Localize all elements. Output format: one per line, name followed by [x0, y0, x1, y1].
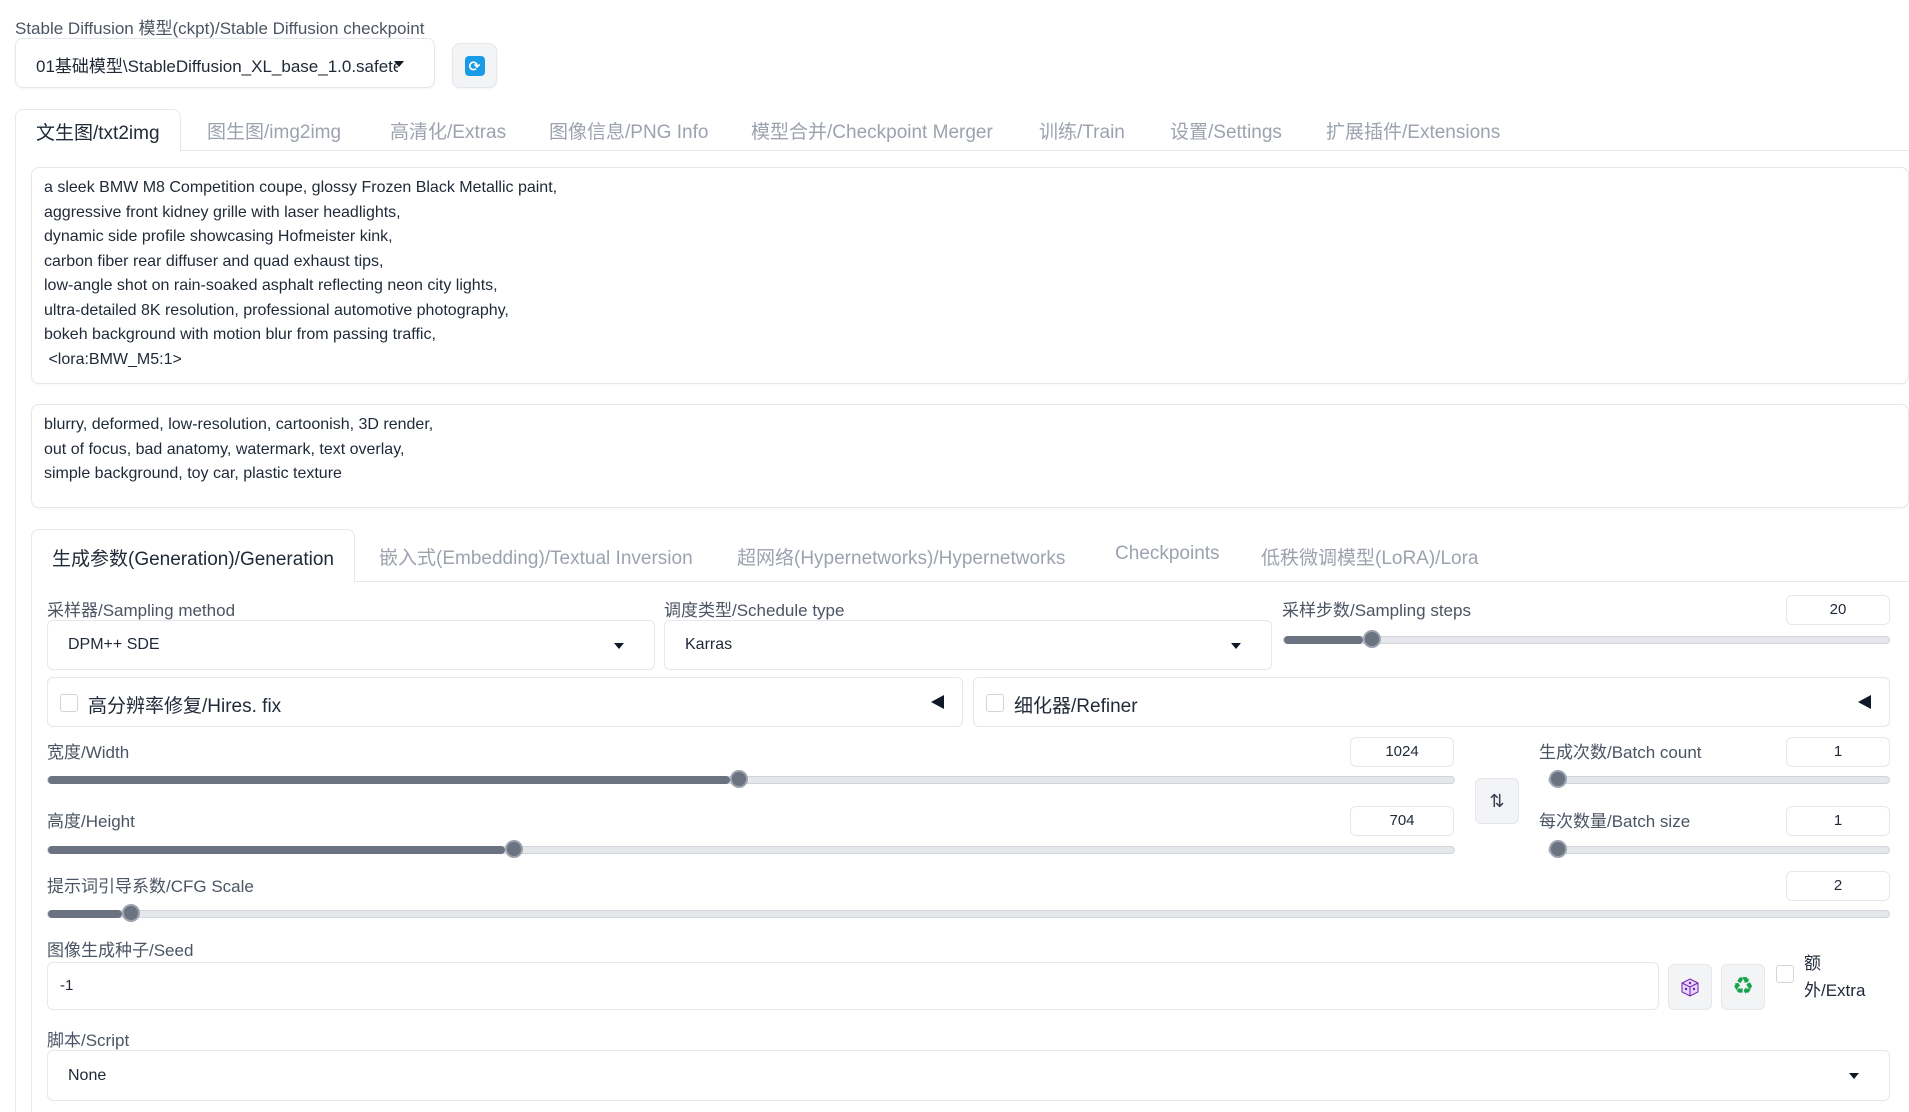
- chevron-down-icon: [614, 643, 624, 649]
- height-slider[interactable]: [47, 840, 1455, 858]
- tab-train[interactable]: 训练/Train: [1039, 109, 1125, 151]
- chevron-down-icon: [1849, 1073, 1859, 1079]
- chevron-down-icon: [394, 61, 404, 67]
- swap-dimensions-icon: ⇅: [1489, 790, 1505, 811]
- steps-slider-thumb[interactable]: [1362, 630, 1381, 648]
- extra-label: 额外/Extra: [1804, 954, 1866, 1000]
- seed-value: -1: [60, 977, 74, 994]
- refresh-checkpoint-button[interactable]: ⟳: [452, 43, 497, 88]
- width-label: 宽度/Width: [47, 743, 130, 762]
- hires-fix-accordion[interactable]: 高分辨率修复/Hires. fix: [47, 677, 963, 727]
- hires-fix-checkbox[interactable]: [60, 694, 78, 712]
- tab-extras[interactable]: 高清化/Extras: [390, 109, 506, 151]
- batch-size-slider-thumb[interactable]: [1549, 840, 1567, 858]
- script-label: 脚本/Script: [47, 1031, 130, 1050]
- steps-slider-fill: [1284, 636, 1363, 644]
- height-label: 高度/Height: [47, 812, 135, 831]
- sampler-dropdown[interactable]: DPM++ SDE: [47, 620, 655, 670]
- cfg-scale-label: 提示词引导系数/CFG Scale: [47, 877, 254, 896]
- steps-number-input[interactable]: 20: [1786, 595, 1890, 625]
- tab-txt2img[interactable]: 文生图/txt2img: [15, 109, 181, 152]
- tab-lora[interactable]: 低秩微调模型(LoRA)/Lora: [1261, 529, 1479, 582]
- chevron-down-icon: [1231, 643, 1241, 649]
- cfg-scale-slider-fill: [48, 910, 122, 918]
- main-tabs: 文生图/txt2img 图生图/img2img 高清化/Extras 图像信息/…: [15, 109, 1909, 152]
- width-slider[interactable]: [47, 770, 1455, 788]
- height-number-input[interactable]: 704: [1350, 806, 1454, 836]
- tab-checkpoints[interactable]: Checkpoints: [1115, 529, 1220, 582]
- tab-png-info[interactable]: 图像信息/PNG Info: [549, 109, 708, 151]
- steps-slider[interactable]: [1283, 630, 1890, 648]
- script-dropdown[interactable]: None: [47, 1050, 1890, 1101]
- refiner-label: 细化器/Refiner: [1014, 696, 1138, 717]
- tab-extensions[interactable]: 扩展插件/Extensions: [1326, 109, 1500, 151]
- tab-checkpoint-merger[interactable]: 模型合并/Checkpoint Merger: [751, 109, 993, 151]
- random-seed-button[interactable]: [1668, 964, 1712, 1010]
- script-value: None: [68, 1067, 107, 1084]
- sampler-label: 采样器/Sampling method: [47, 601, 236, 620]
- batch-count-number-input[interactable]: 1: [1786, 737, 1890, 767]
- hires-fix-label: 高分辨率修复/Hires. fix: [88, 696, 282, 717]
- seed-input[interactable]: -1: [47, 962, 1659, 1010]
- refiner-checkbox[interactable]: [986, 694, 1004, 712]
- steps-label: 采样步数/Sampling steps: [1282, 601, 1471, 620]
- schedule-dropdown[interactable]: Karras: [664, 620, 1272, 670]
- height-slider-thumb[interactable]: [504, 840, 523, 858]
- tab-textual-inversion[interactable]: 嵌入式(Embedding)/Textual Inversion: [379, 529, 693, 582]
- height-slider-fill: [48, 846, 505, 854]
- negative-prompt-textarea[interactable]: blurry, deformed, low-resolution, cartoo…: [31, 404, 1909, 508]
- tab-hypernetworks[interactable]: 超网络(Hypernetworks)/Hypernetworks: [737, 529, 1065, 582]
- schedule-label: 调度类型/Schedule type: [664, 601, 845, 620]
- batch-count-slider[interactable]: [1548, 770, 1890, 788]
- batch-size-number-input[interactable]: 1: [1786, 806, 1890, 836]
- width-slider-fill: [48, 776, 730, 784]
- checkpoint-label: Stable Diffusion 模型(ckpt)/Stable Diffusi…: [15, 19, 425, 38]
- negative-prompt-text: blurry, deformed, low-resolution, cartoo…: [44, 416, 434, 482]
- cfg-scale-slider[interactable]: [47, 904, 1890, 922]
- batch-count-slider-thumb[interactable]: [1549, 770, 1567, 788]
- collapse-triangle-icon[interactable]: [931, 695, 944, 709]
- width-number-input[interactable]: 1024: [1350, 737, 1454, 767]
- prompt-textarea[interactable]: a sleek BMW M8 Competition coupe, glossy…: [31, 167, 1909, 384]
- swap-dimensions-button[interactable]: ⇅: [1475, 778, 1519, 824]
- schedule-value: Karras: [685, 636, 733, 653]
- checkpoint-dropdown[interactable]: 01基础模型\StableDiffusion_XL_base_1.0.safet…: [15, 38, 435, 88]
- prompt-text: a sleek BMW M8 Competition coupe, glossy…: [44, 179, 558, 368]
- tab-settings[interactable]: 设置/Settings: [1170, 109, 1282, 151]
- batch-size-label: 每次数量/Batch size: [1539, 812, 1691, 831]
- dice-icon: [1681, 978, 1699, 997]
- refresh-icon: ⟳: [464, 55, 485, 76]
- sampler-value: DPM++ SDE: [68, 636, 160, 653]
- cfg-scale-slider-thumb[interactable]: [121, 904, 140, 922]
- batch-size-slider[interactable]: [1548, 840, 1890, 858]
- tab-img2img[interactable]: 图生图/img2img: [207, 109, 341, 151]
- generation-tabs: 生成参数(Generation)/Generation 嵌入式(Embeddin…: [31, 529, 1909, 583]
- collapse-triangle-icon[interactable]: [1858, 695, 1871, 709]
- extra-checkbox[interactable]: [1776, 965, 1794, 983]
- reuse-seed-button[interactable]: ♻: [1721, 964, 1765, 1010]
- recycle-icon: ♻: [1732, 973, 1754, 1000]
- tab-generation[interactable]: 生成参数(Generation)/Generation: [31, 529, 355, 583]
- seed-label: 图像生成种子/Seed: [47, 941, 194, 960]
- refiner-accordion[interactable]: 细化器/Refiner: [973, 677, 1890, 727]
- width-slider-thumb[interactable]: [729, 770, 748, 788]
- checkpoint-value: 01基础模型\StableDiffusion_XL_base_1.0.safet…: [36, 57, 398, 76]
- batch-count-label: 生成次数/Batch count: [1539, 743, 1702, 762]
- cfg-scale-number-input[interactable]: 2: [1786, 871, 1890, 901]
